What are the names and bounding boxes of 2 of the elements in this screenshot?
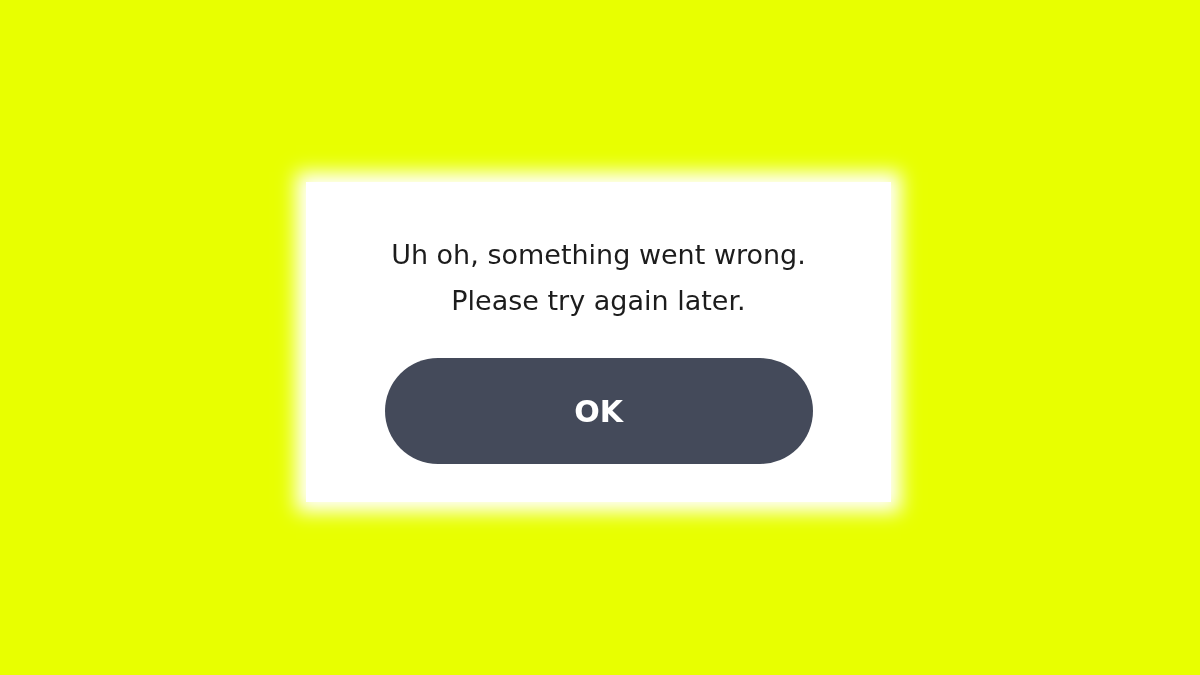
error-message: Uh oh, something went wrong. Please try again later. xyxy=(391,238,806,318)
ok-button[interactable]: OK xyxy=(384,358,813,464)
